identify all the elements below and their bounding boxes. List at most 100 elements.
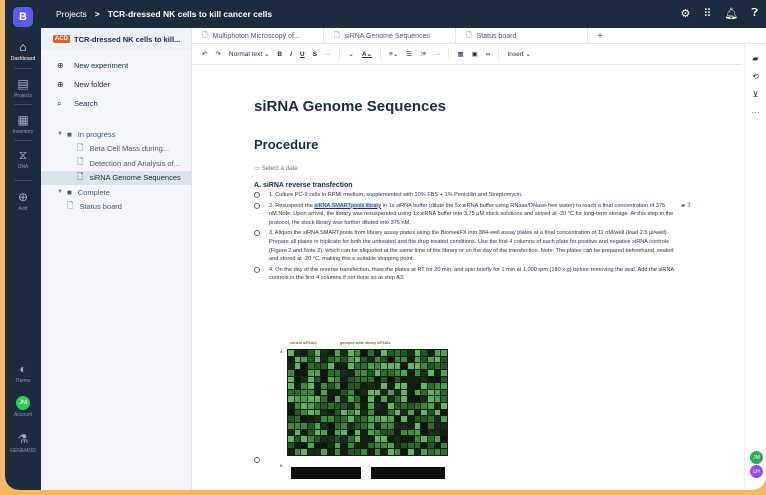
doc-title[interactable]: siRNA Genome Sequences <box>254 98 684 115</box>
figure-controls-label: control siRNAs <box>290 340 317 345</box>
more-list-button[interactable]: ··· <box>434 51 441 58</box>
italic-button[interactable]: I <box>290 51 292 58</box>
image-icon[interactable]: ▣ <box>472 50 478 58</box>
align-dropdown[interactable]: ≡⌄ <box>389 50 398 58</box>
search-button[interactable]: ⌕ Search <box>41 94 191 113</box>
date-picker[interactable]: ▭ Select a date <box>254 165 684 172</box>
tree-item[interactable]: 🗋 Status board <box>41 200 191 215</box>
new-experiment-button[interactable]: ⊕ New experiment <box>41 56 191 75</box>
plate-well <box>421 442 427 449</box>
procedure-step[interactable]: 2. Resuspend the siRNA SMARTpools librar… <box>254 202 684 228</box>
nav-add[interactable]: ⊕ Add <box>5 190 41 212</box>
plate-well <box>381 389 387 396</box>
plate-well <box>294 363 301 369</box>
figure-plate: A control siRNAs genome-wide library siR… <box>280 340 450 458</box>
plate-well <box>347 429 354 436</box>
plate-well <box>301 396 307 402</box>
text-color-dropdown[interactable]: A⌄ <box>362 50 372 58</box>
breadcrumb-projects[interactable]: Projects <box>56 9 87 19</box>
highlight-dropdown[interactable]: ⌄ <box>348 50 353 58</box>
bell-icon[interactable]: 🔔︎ <box>724 7 738 20</box>
table-icon[interactable]: ▦ <box>457 50 463 58</box>
grid-icon[interactable]: ⠿ <box>703 7 711 20</box>
insert-dropdown[interactable]: Insert ⌄ <box>507 50 531 58</box>
numbered-list-button[interactable]: ⁝≡ <box>420 50 426 58</box>
comment-icon[interactable]: ▰ <box>745 50 766 68</box>
nav-genemod[interactable]: ⚗ GENEMOD <box>5 432 41 454</box>
nav-divider <box>14 104 32 105</box>
section-heading[interactable]: A. siRNA reverse transfection <box>254 182 684 189</box>
plate-well <box>321 376 327 383</box>
nav-account[interactable]: JM Account <box>5 396 41 418</box>
bullet-list-button[interactable]: ☰ <box>406 50 412 58</box>
tab-multiphoton[interactable]: 🗋 Multiphoton Microscopy of... <box>192 28 324 44</box>
search-icon: ⌕ <box>57 98 62 108</box>
nav-dashboard[interactable]: ⌂ Dashboard <box>5 40 41 62</box>
procedure-step[interactable]: 4. On the day of the reverse transfectio… <box>254 266 684 283</box>
procedure-step[interactable]: 1. Culture PC-9 cells in RPMI medium, su… <box>254 191 684 200</box>
step-checkbox[interactable] <box>254 266 260 273</box>
step-checkbox[interactable] <box>254 192 260 198</box>
plate-well <box>374 350 381 356</box>
folder-in-progress[interactable]: ▼ ■ In progress <box>41 127 191 142</box>
plate-well <box>307 429 314 436</box>
redo-button[interactable]: ↷ <box>215 50 220 58</box>
plate-well <box>387 350 394 356</box>
figure-label-a: A <box>280 349 283 354</box>
plate-well <box>434 363 441 369</box>
step-checkbox[interactable] <box>254 230 260 237</box>
breadcrumb-project[interactable]: TCR-dressed NK cells to kill cancer cell… <box>108 9 272 19</box>
plate-well <box>314 369 321 376</box>
plate-well <box>347 356 354 363</box>
avatar[interactable]: LH <box>750 465 763 478</box>
plate-well <box>354 429 361 436</box>
doc-heading[interactable]: Procedure <box>254 137 684 152</box>
plate-well <box>394 356 401 363</box>
plate-well <box>321 403 327 409</box>
underline-button[interactable]: U <box>300 51 305 58</box>
bold-button[interactable]: B <box>277 51 282 58</box>
procedure-step[interactable]: 3. Aliquot the siRNA SMARTpools from lib… <box>254 229 684 263</box>
plate-well <box>421 409 427 416</box>
folder-complete[interactable]: ▼ ■ Complete <box>41 185 191 200</box>
plate-well <box>327 449 334 455</box>
plate-well <box>441 422 447 429</box>
plate-well <box>414 383 421 389</box>
plate-well <box>381 429 387 436</box>
undo-button[interactable]: ↶ <box>202 50 207 58</box>
history-icon[interactable]: ⟲ <box>745 68 766 86</box>
pin-icon[interactable]: ⊻ <box>745 86 766 104</box>
step-checkbox[interactable] <box>254 202 260 209</box>
nav-inventory[interactable]: ▦ Inventory <box>5 113 41 135</box>
more-icon[interactable]: ··· <box>745 104 766 122</box>
help-icon[interactable]: ❓︎ <box>751 7 758 20</box>
tab-sirna[interactable]: 🗋 siRNA Genome Sequences <box>324 28 456 44</box>
text-style-dropdown[interactable]: Normal text ⌄ <box>229 50 269 58</box>
avatar[interactable]: JM <box>750 451 763 464</box>
new-tab-button[interactable]: + <box>588 28 612 44</box>
more-format-button[interactable]: ··· <box>325 51 332 58</box>
tree-item[interactable]: 🗋 Detection and Analysis of... <box>41 156 191 171</box>
date-placeholder: Select a date <box>261 165 298 172</box>
tab-bar: 🗋 Multiphoton Microscopy of... 🗋 siRNA G… <box>192 28 766 44</box>
gear-icon[interactable]: ⚙ <box>680 7 690 20</box>
tree-item[interactable]: 🗋 Beta Cell Mass during... <box>41 142 191 157</box>
comment-marker[interactable]: ▰ 3 <box>681 202 691 209</box>
plate-well <box>434 449 441 455</box>
link-icon[interactable]: ∞ <box>486 51 491 58</box>
nav-dna[interactable]: ⧖ DNA <box>5 148 41 170</box>
plate-well <box>421 396 427 402</box>
plate-well <box>414 449 421 455</box>
tab-status-board[interactable]: 🗋 Status board <box>456 28 588 44</box>
step-checkbox[interactable] <box>254 457 260 463</box>
nav-divider <box>14 140 32 141</box>
highlighted-link[interactable]: siRNA SMARTpools library <box>314 202 382 209</box>
plate-well <box>361 409 367 416</box>
new-folder-button[interactable]: ⊕ New folder <box>41 75 191 94</box>
nav-theme[interactable]: ◐ Theme <box>5 362 41 384</box>
project-header[interactable]: ACD TCR-dressed NK cells to kill... <box>41 28 191 50</box>
strikethrough-button[interactable]: S <box>313 51 317 58</box>
tree-item-selected[interactable]: 🗋 siRNA Genome Sequences <box>41 170 191 185</box>
nav-projects[interactable]: ▤ Projects <box>5 77 41 99</box>
app-logo[interactable]: B <box>13 7 33 27</box>
